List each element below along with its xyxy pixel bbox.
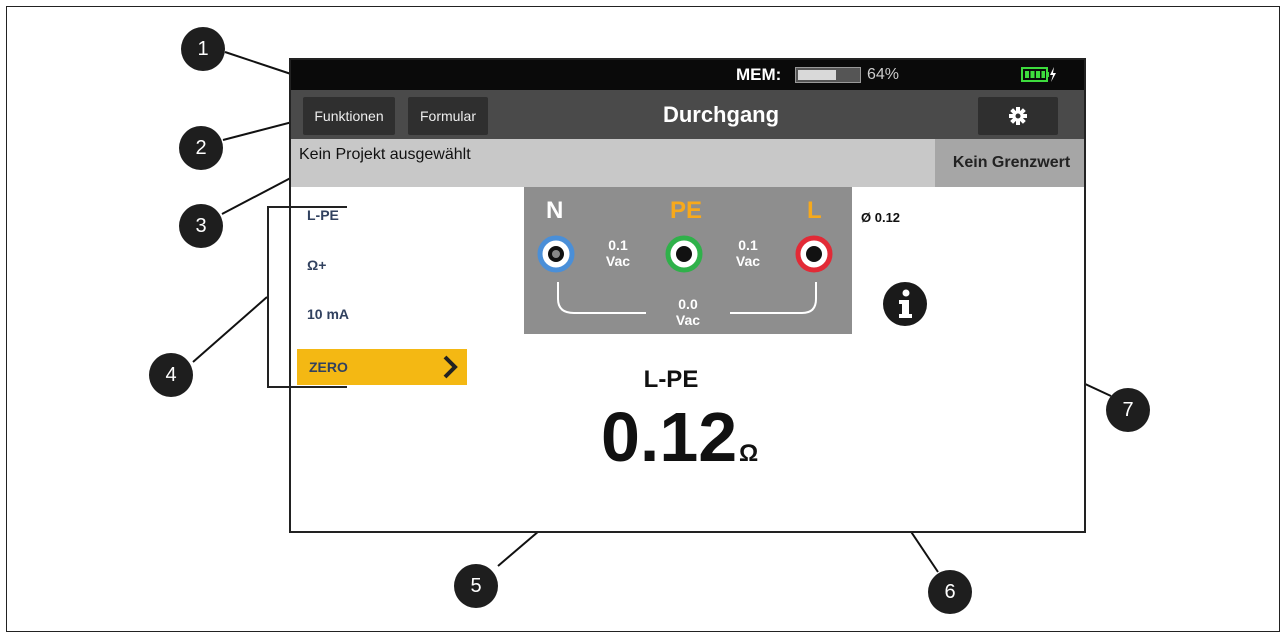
callout-1: 1 xyxy=(181,27,225,71)
callout-7: 7 xyxy=(1106,388,1150,432)
gear-icon xyxy=(1009,107,1027,125)
limit-button[interactable]: Kein Grenzwert xyxy=(935,139,1084,187)
functions-button[interactable]: Funktionen xyxy=(303,97,395,135)
title-bar: Funktionen Formular Durchgang xyxy=(291,90,1084,139)
form-button[interactable]: Formular xyxy=(408,97,488,135)
callout-3: 3 xyxy=(179,204,223,248)
status-bar: MEM: 64% xyxy=(291,60,1084,90)
probe-connector-lines xyxy=(557,282,817,314)
page-title: Durchgang xyxy=(662,102,780,127)
memory-bar-fill xyxy=(798,70,836,80)
callout-6: 6 xyxy=(928,570,972,614)
memory-percent: 64% xyxy=(867,66,900,83)
probe-panel: N PE L 0.1 Vac 0.1 Vac 0.0 Vac xyxy=(524,187,852,334)
callout-2: 2 xyxy=(179,126,223,170)
measurement-unit: Ω xyxy=(739,440,759,467)
menu-bracket xyxy=(267,206,347,388)
memory-bar xyxy=(795,67,861,83)
settings-button[interactable] xyxy=(978,97,1058,135)
average-value: Ø 0.12 xyxy=(861,210,901,225)
project-name: Kein Projekt ausgewählt xyxy=(299,146,471,163)
device-screen: MEM: 64% Funktionen Formular Durchgang K… xyxy=(289,58,1086,533)
info-icon[interactable] xyxy=(881,280,929,328)
measurement-label: L-PE xyxy=(643,366,699,393)
measurement-value: 0.12 xyxy=(601,398,738,476)
callout-5: 5 xyxy=(454,564,498,608)
battery-charging-icon xyxy=(1021,67,1056,82)
project-bar[interactable]: Kein Projekt ausgewählt Kein Grenzwert xyxy=(291,139,1084,187)
chevron-right-icon xyxy=(443,355,458,379)
callout-4: 4 xyxy=(149,353,193,397)
memory-label: MEM: xyxy=(736,65,782,84)
